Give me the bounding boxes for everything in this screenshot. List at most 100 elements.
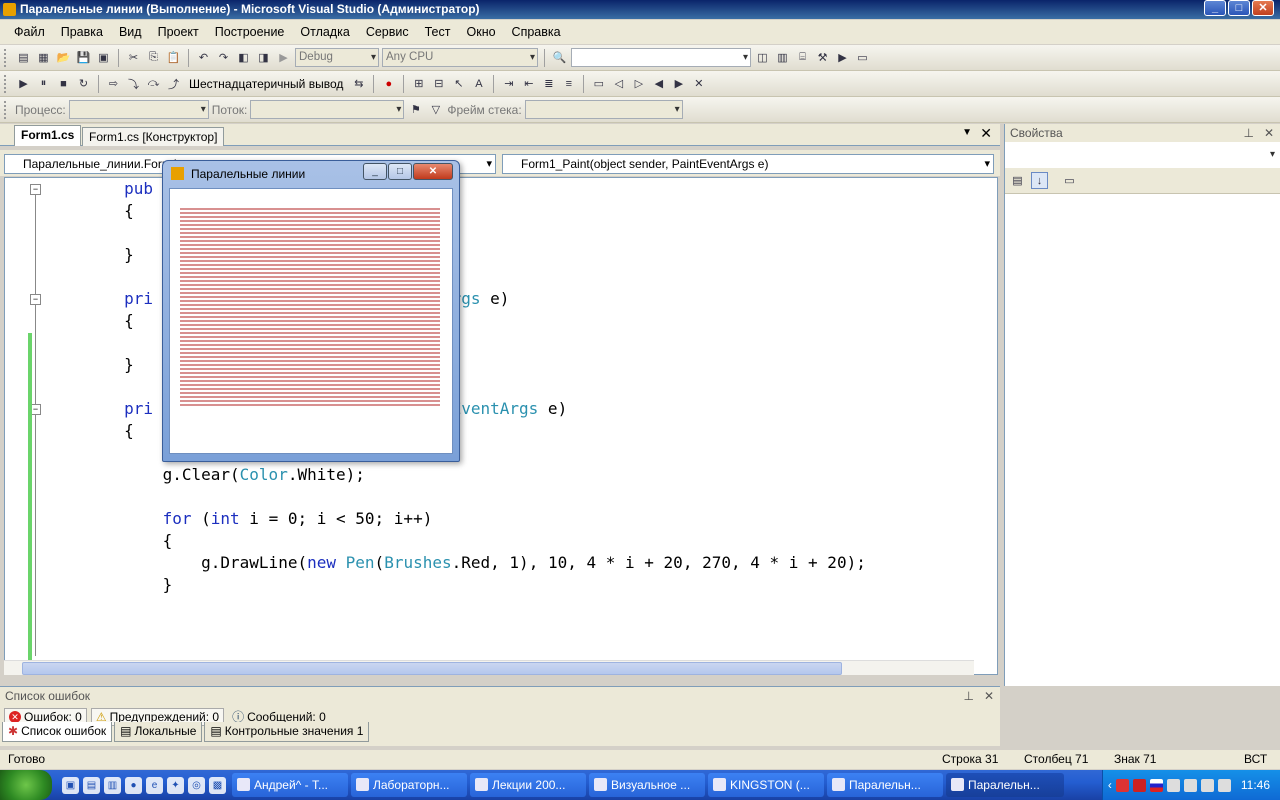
tray-expand-icon[interactable]: ‹ — [1108, 778, 1112, 792]
quick-launch-app-icon[interactable]: ▣ — [62, 776, 79, 794]
indent-icon[interactable]: ⇥ — [500, 75, 517, 92]
restart-icon[interactable]: ↻ — [75, 75, 92, 92]
taskbar-button[interactable]: Лабораторн... — [351, 773, 467, 797]
menu-item[interactable]: Вид — [111, 25, 150, 39]
pin-icon[interactable]: ⊥ — [1244, 124, 1254, 142]
thread-combo[interactable] — [250, 100, 405, 119]
running-form-window[interactable]: Паралельные линии _ □ ✕ — [162, 160, 460, 462]
step-into-icon[interactable]: ⤵ — [125, 75, 142, 92]
taskbar-button[interactable]: Андрей^ - Т... — [232, 773, 348, 797]
step-out-icon[interactable]: ⤴ — [165, 75, 182, 92]
menu-item[interactable]: Сервис — [358, 25, 417, 39]
menu-item[interactable]: Окно — [459, 25, 504, 39]
prev-bookmark-folder-icon[interactable]: ◀ — [650, 75, 667, 92]
tray-app-icon[interactable] — [1115, 778, 1129, 792]
process-combo[interactable] — [68, 100, 209, 119]
stack-frame-combo[interactable] — [524, 100, 683, 119]
quick-launch-app-icon[interactable]: ● — [125, 776, 142, 794]
filter-icon[interactable]: ▽ — [427, 101, 444, 118]
command-window-icon[interactable]: ▭ — [854, 49, 871, 66]
config-combo[interactable]: Debug — [295, 48, 379, 67]
taskbar-button[interactable]: Паралельн... — [946, 773, 1064, 797]
toggle-flag-icon[interactable]: ⚑ — [407, 101, 424, 118]
tray-volume-icon[interactable] — [1200, 778, 1214, 792]
start-button[interactable] — [0, 770, 52, 800]
properties-window-icon[interactable]: ▥ — [774, 49, 791, 66]
tab-locals[interactable]: ▤ Локальные — [114, 722, 203, 742]
save-all-icon[interactable]: ▣ — [95, 49, 112, 66]
show-next-statement-icon[interactable]: ⇨ — [105, 75, 122, 92]
next-bookmark-icon[interactable]: ▷ — [630, 75, 647, 92]
pin-icon[interactable]: ⊥ — [964, 687, 974, 705]
menu-item[interactable]: Справка — [504, 25, 569, 39]
close-panel-icon[interactable]: ✕ — [1264, 124, 1274, 142]
quick-launch-app-icon[interactable]: ✦ — [167, 776, 184, 794]
tab-watch-1[interactable]: ▤ Контрольные значения 1 — [204, 722, 370, 742]
close-panel-icon[interactable]: ✕ — [984, 687, 994, 705]
clear-bookmarks-icon[interactable]: ✕ — [690, 75, 707, 92]
tab-dropdown-icon[interactable]: ▼ — [962, 127, 972, 138]
align-left-icon[interactable]: ⊟ — [430, 75, 447, 92]
prev-bookmark-icon[interactable]: ◁ — [610, 75, 627, 92]
taskbar-button[interactable]: Визуальное ... — [589, 773, 705, 797]
collapse-toggle-icon[interactable]: − — [30, 184, 41, 195]
tray-app-icon[interactable] — [1217, 778, 1231, 792]
next-bookmark-folder-icon[interactable]: ▶ — [670, 75, 687, 92]
continue-icon[interactable]: ▶ — [15, 75, 32, 92]
menu-item[interactable]: Построение — [207, 25, 293, 39]
tab-form1-designer[interactable]: Form1.cs [Конструктор] — [82, 127, 225, 146]
uncomment-icon[interactable]: ≡ — [560, 75, 577, 92]
find-combo[interactable] — [571, 48, 751, 67]
quick-launch-app-icon[interactable]: ▩ — [209, 776, 226, 794]
alphabetical-icon[interactable]: ↓ — [1031, 172, 1048, 189]
tray-app-icon[interactable] — [1183, 778, 1197, 792]
clock[interactable]: 11:46 — [1241, 778, 1270, 792]
tab-form1-cs[interactable]: Form1.cs — [14, 125, 82, 146]
comment-icon[interactable]: ≣ — [540, 75, 557, 92]
breakpoints-icon[interactable]: ● — [380, 75, 397, 92]
tab-error-list[interactable]: ✱ Список ошибок — [2, 722, 113, 742]
taskbar-button[interactable]: Лекции 200... — [470, 773, 586, 797]
find-in-files-icon[interactable]: 🔍 — [551, 49, 568, 66]
object-browser-icon[interactable]: ⌸ — [794, 49, 811, 66]
add-item-icon[interactable]: ▦ — [35, 49, 52, 66]
open-icon[interactable]: 📂 — [55, 49, 72, 66]
save-icon[interactable]: 💾 — [75, 49, 92, 66]
taskbar-button[interactable]: Паралельн... — [827, 773, 943, 797]
menu-item[interactable]: Правка — [53, 25, 111, 39]
menu-item[interactable]: Файл — [6, 25, 53, 39]
menu-item[interactable]: Тест — [417, 25, 459, 39]
code-editor[interactable]: − − − pub { } pri s sender, EventArgs e)… — [4, 177, 998, 675]
navigate-back-icon[interactable]: ◧ — [235, 49, 252, 66]
undo-icon[interactable]: ↶ — [195, 49, 212, 66]
redo-icon[interactable]: ↷ — [215, 49, 232, 66]
paste-icon[interactable]: 📋 — [165, 49, 182, 66]
menu-item[interactable]: Отладка — [292, 25, 357, 39]
navigate-forward-icon[interactable]: ◨ — [255, 49, 272, 66]
stop-debug-icon[interactable]: ■ — [55, 75, 72, 92]
quick-launch-app-icon[interactable]: ▥ — [104, 776, 121, 794]
quick-launch-app-icon[interactable]: ◎ — [188, 776, 205, 794]
break-all-icon[interactable]: ⏸ — [35, 75, 52, 92]
quick-launch-browser-icon[interactable]: e — [146, 776, 163, 794]
copy-icon[interactable]: ⎘ — [145, 49, 162, 66]
tab-order-icon[interactable]: ⊞ — [410, 75, 427, 92]
minimize-button[interactable]: _ — [1204, 0, 1226, 16]
start-page-icon[interactable]: ▶ — [834, 49, 851, 66]
close-button[interactable]: ✕ — [1252, 0, 1274, 16]
outdent-icon[interactable]: ⇤ — [520, 75, 537, 92]
platform-combo[interactable]: Any CPU — [382, 48, 538, 67]
taskbar-button[interactable]: KINGSTON (... — [708, 773, 824, 797]
property-pages-icon[interactable]: ▭ — [1061, 172, 1078, 189]
quick-launch-app-icon[interactable]: ▤ — [83, 776, 100, 794]
member-combo[interactable]: Form1_Paint(object sender, PaintEventArg… — [502, 154, 994, 174]
object-selector-combo[interactable] — [1007, 146, 1277, 165]
solution-explorer-icon[interactable]: ◫ — [754, 49, 771, 66]
form-maximize-button[interactable]: □ — [388, 163, 412, 180]
categorized-icon[interactable]: ▤ — [1009, 172, 1026, 189]
start-debug-icon[interactable]: ▶ — [275, 49, 292, 66]
cut-icon[interactable]: ✂ — [125, 49, 142, 66]
tray-language-icon[interactable] — [1149, 778, 1163, 792]
collapse-toggle-icon[interactable]: − — [30, 294, 41, 305]
step-over-icon[interactable]: ⤼ — [145, 75, 162, 92]
